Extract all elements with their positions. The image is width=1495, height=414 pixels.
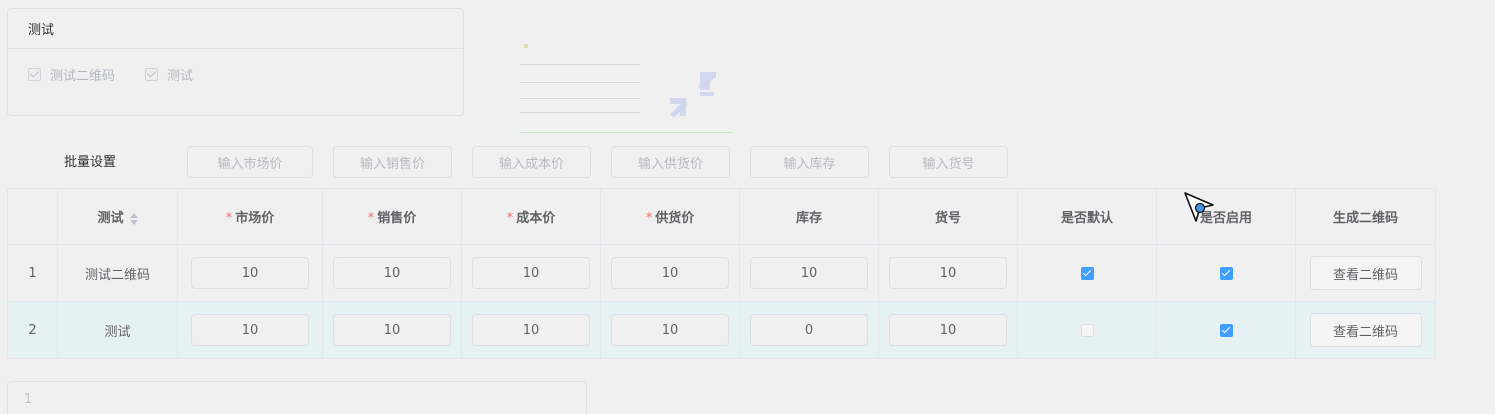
spec-option-test: 测试 xyxy=(145,65,193,84)
stock-input[interactable]: 0 xyxy=(750,314,868,346)
supply-price-input[interactable]: 10 xyxy=(611,314,729,346)
col-sale-price-header: * 销售价 xyxy=(322,188,462,245)
supply-price-input[interactable]: 10 xyxy=(611,257,729,289)
preview-thumbnail xyxy=(520,40,735,136)
table-row: 2 测试 10 10 10 10 0 10 查看二维码 xyxy=(7,301,1436,359)
col-cost-price-header: * 成本价 xyxy=(461,188,601,245)
batch-sale-price-input[interactable]: 输入销售价 xyxy=(333,146,452,178)
enabled-checkbox[interactable] xyxy=(1219,323,1233,337)
enabled-checkbox[interactable] xyxy=(1219,266,1233,280)
col-spec-header[interactable]: 测试 xyxy=(57,188,178,245)
mouse-cursor-icon xyxy=(1184,192,1214,222)
batch-market-price-input[interactable]: 输入市场价 xyxy=(187,146,313,178)
batch-sku-no-input[interactable]: 输入货号 xyxy=(889,146,1008,178)
col-enabled-header: 是否启用 xyxy=(1156,188,1296,245)
shrink-icon xyxy=(670,72,716,118)
col-default-header: 是否默认 xyxy=(1017,188,1157,245)
batch-stock-input[interactable]: 输入库存 xyxy=(750,146,869,178)
table-row: 1 测试二维码 10 10 10 10 10 10 查看二维码 xyxy=(7,244,1436,302)
bottom-panel: 1 xyxy=(7,381,587,414)
cost-price-input[interactable]: 10 xyxy=(472,257,590,289)
cost-price-input[interactable]: 10 xyxy=(472,314,590,346)
row-spec: 测试二维码 xyxy=(57,244,178,302)
col-qr-header: 生成二维码 xyxy=(1295,188,1436,245)
spec-panel: 测试 测试二维码 测试 xyxy=(7,8,464,116)
col-sku-no-header: 货号 xyxy=(878,188,1018,245)
row-index: 2 xyxy=(7,301,58,359)
checkbox-icon xyxy=(28,68,41,81)
view-qr-button[interactable]: 查看二维码 xyxy=(1309,256,1422,290)
view-qr-button[interactable]: 查看二维码 xyxy=(1309,313,1422,347)
sale-price-input[interactable]: 10 xyxy=(333,257,451,289)
bottom-panel-text: 1 xyxy=(24,392,33,407)
sku-no-input[interactable]: 10 xyxy=(889,314,1007,346)
batch-supply-price-input[interactable]: 输入供货价 xyxy=(611,146,730,178)
batch-cost-price-input[interactable]: 输入成本价 xyxy=(472,146,591,178)
sale-price-input[interactable]: 10 xyxy=(333,314,451,346)
market-price-input[interactable]: 10 xyxy=(191,257,309,289)
row-index: 1 xyxy=(7,244,58,302)
checkbox-icon xyxy=(145,68,159,81)
batch-setting-label: 批量设置 xyxy=(64,155,117,170)
default-checkbox[interactable] xyxy=(1080,266,1094,280)
stock-input[interactable]: 10 xyxy=(750,257,868,289)
col-index-header xyxy=(7,188,58,245)
col-supply-price-header: * 供货价 xyxy=(600,188,740,245)
spec-option-qr: 测试二维码 xyxy=(28,65,115,84)
spec-option-label: 测试二维码 xyxy=(50,69,116,84)
col-stock-header: 库存 xyxy=(739,188,879,245)
table-header-row: 测试 * 市场价 * 销售价 * 成本价 * 供货价 库存 货号 是否默认 是否启用 生… xyxy=(7,188,1436,245)
spec-panel-title: 测试 xyxy=(8,9,463,49)
sort-icon[interactable] xyxy=(129,212,138,225)
market-price-input[interactable]: 10 xyxy=(191,314,309,346)
default-checkbox[interactable] xyxy=(1080,323,1094,337)
spec-option-label: 测试 xyxy=(167,69,194,84)
sku-table: 测试 * 市场价 * 销售价 * 成本价 * 供货价 库存 货号 是否默认 是否启用 生… xyxy=(7,188,1436,359)
col-market-price-header: * 市场价 xyxy=(177,188,323,245)
row-spec: 测试 xyxy=(57,301,178,359)
sku-no-input[interactable]: 10 xyxy=(889,257,1007,289)
